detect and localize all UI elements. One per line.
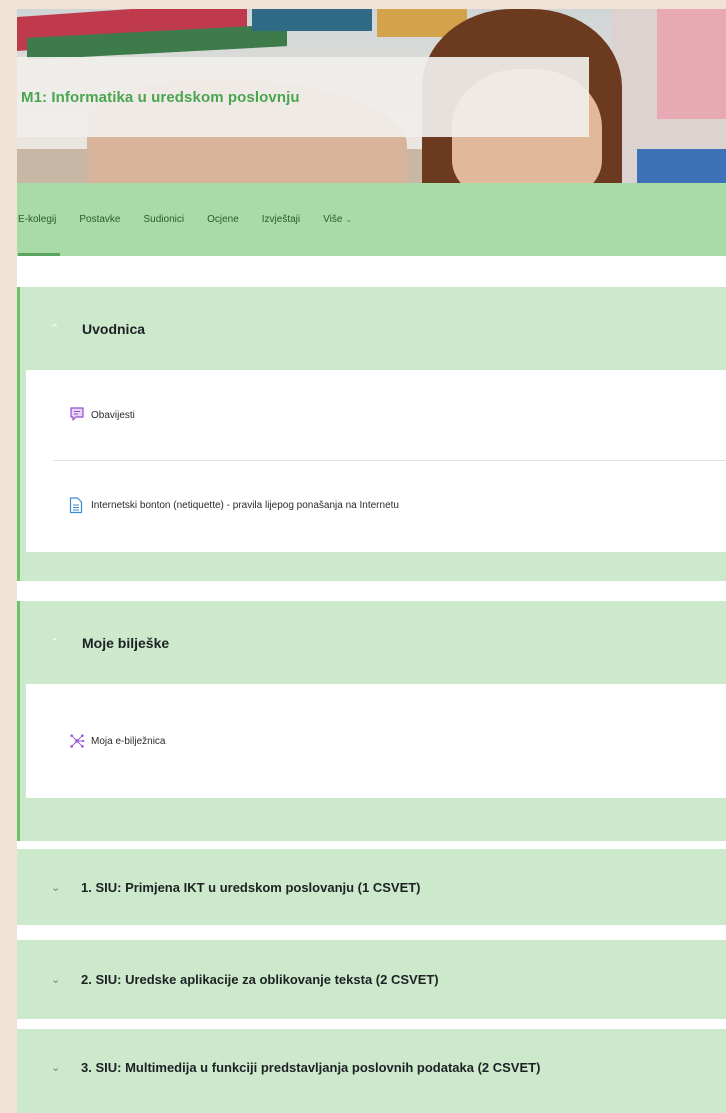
section-header[interactable]: ⌄ 3. SIU: Multimedija u funkciji predsta… — [17, 1029, 726, 1106]
course-title: M1: Informatika u uredskom poslovnju — [21, 88, 300, 106]
section-content: Obavijesti Internetski bonton (netiquett… — [26, 370, 726, 552]
section-title: 1. SIU: Primjena IKT u uredskom poslovan… — [81, 879, 421, 895]
section-header[interactable]: ⌃ Moje bilješke — [20, 601, 726, 684]
section-title: 3. SIU: Multimedija u funkciji predstavl… — [81, 1060, 541, 1075]
section-siu-1[interactable]: ⌄ 1. SIU: Primjena IKT u uredskom poslov… — [17, 849, 726, 925]
section-uvodnica: ⌃ Uvodnica Obavijesti Internetski bonton… — [17, 287, 726, 581]
mindmap-icon — [69, 732, 85, 750]
chevron-down-icon[interactable]: ⌄ — [51, 1061, 75, 1074]
section-title: 2. SIU: Uredske aplikacije za oblikovanj… — [81, 972, 439, 987]
banner-image-part — [637, 149, 726, 183]
banner-image-part — [657, 9, 726, 119]
activity-link[interactable]: Obavijesti — [91, 410, 135, 421]
section-header[interactable]: ⌃ Uvodnica — [20, 287, 726, 370]
tab-vise[interactable]: Više ⌄ — [323, 183, 352, 256]
tab-label: Sudionici — [143, 214, 185, 225]
tab-ocjene[interactable]: Ocjene — [207, 183, 239, 256]
chevron-up-icon[interactable]: ⌃ — [50, 322, 74, 335]
section-title: Uvodnica — [82, 320, 146, 337]
section-content: Moja e-bilježnica — [26, 684, 726, 798]
banner-image-part — [252, 9, 372, 31]
section-siu-3[interactable]: ⌄ 3. SIU: Multimedija u funkciji predsta… — [17, 1029, 726, 1113]
page-frame: M1: Informatika u uredskom poslovnju E-k… — [17, 9, 726, 1113]
tab-label: Izvještaji — [261, 214, 301, 225]
tab-label: E-kolegij — [18, 214, 57, 225]
course-nav: E-kolegij Postavke Sudionici Ocjene Izvj… — [17, 183, 726, 256]
tab-label: Postavke — [79, 214, 121, 225]
tab-e-kolegij[interactable]: E-kolegij — [18, 183, 61, 256]
section-header[interactable]: ⌄ 2. SIU: Uredske aplikacije za oblikova… — [17, 940, 726, 1019]
activity-link[interactable]: Moja e-bilježnica — [91, 736, 165, 747]
activity-obavijesti[interactable]: Obavijesti — [26, 370, 726, 460]
tab-sudionici[interactable]: Sudionici — [144, 183, 185, 256]
chevron-down-icon: ⌄ — [345, 215, 353, 224]
activity-internetski-bonton[interactable]: Internetski bonton (netiquette) - pravil… — [53, 460, 726, 550]
section-moje-biljeske: ⌃ Moje bilješke Moja e-bilježnica — [17, 601, 726, 841]
page-icon — [69, 496, 85, 515]
activity-moja-e-biljeznica[interactable]: Moja e-bilježnica — [26, 684, 726, 798]
chevron-down-icon[interactable]: ⌄ — [51, 973, 75, 986]
chevron-down-icon[interactable]: ⌄ — [51, 881, 75, 894]
tab-izvjestaji[interactable]: Izvještaji — [262, 183, 300, 256]
course-banner: M1: Informatika u uredskom poslovnju — [17, 9, 726, 183]
chevron-up-icon[interactable]: ⌃ — [50, 636, 74, 649]
tab-label: Ocjene — [207, 214, 239, 225]
section-siu-2[interactable]: ⌄ 2. SIU: Uredske aplikacije za oblikova… — [17, 940, 726, 1019]
tab-label: Više — [323, 214, 343, 225]
section-title: Moje bilješke — [82, 634, 170, 651]
activity-link[interactable]: Internetski bonton (netiquette) - pravil… — [91, 500, 399, 511]
section-header[interactable]: ⌄ 1. SIU: Primjena IKT u uredskom poslov… — [17, 849, 726, 925]
tab-postavke[interactable]: Postavke — [79, 183, 120, 256]
course-title-box: M1: Informatika u uredskom poslovnju — [17, 57, 589, 137]
forum-icon — [69, 406, 85, 424]
